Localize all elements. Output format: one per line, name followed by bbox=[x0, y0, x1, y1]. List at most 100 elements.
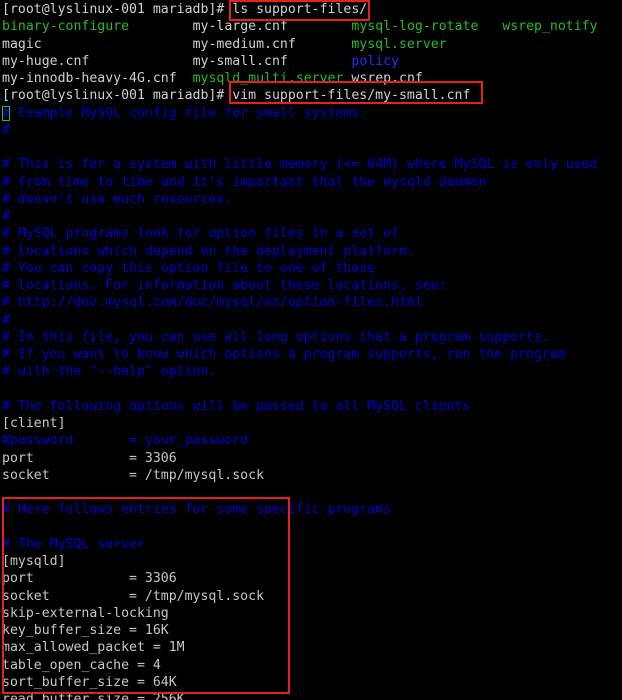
vim-line-text: # The following options will be passed t… bbox=[2, 398, 471, 414]
ls-column-gap bbox=[89, 54, 192, 69]
vim-line-text: # locations. For information about these… bbox=[2, 278, 447, 293]
ls-column-gap bbox=[296, 37, 352, 52]
ls-output-row: my-innodb-heavy-4G.cnf mysqld_multi.serv… bbox=[2, 70, 622, 87]
vim-line[interactable]: # The following options will be passed t… bbox=[2, 398, 622, 415]
vim-line[interactable]: # bbox=[2, 122, 622, 139]
vim-line-text: socket = /tmp/mysql.sock bbox=[2, 467, 265, 483]
vim-line-text: read_buffer_size = 256K bbox=[2, 692, 185, 700]
vim-line[interactable]: socket = /tmp/mysql.sock bbox=[2, 467, 622, 484]
vim-line[interactable]: # You can copy this option file to one o… bbox=[2, 260, 622, 277]
vim-line[interactable] bbox=[2, 381, 622, 398]
ls-entry: mysql-log-rotate bbox=[351, 19, 479, 35]
ls-column-gap bbox=[478, 19, 502, 34]
vim-line-text: # http://dev.mysql.com/doc/mysql/en/opti… bbox=[2, 295, 423, 311]
vim-line[interactable] bbox=[2, 519, 622, 536]
vim-line[interactable] bbox=[2, 139, 622, 156]
vim-line[interactable]: # The MySQL server bbox=[2, 536, 622, 553]
vim-line[interactable]: [mysqld] bbox=[2, 553, 622, 570]
vim-line-text: sort_buffer_size = 64K bbox=[2, 674, 177, 690]
vim-line-text bbox=[2, 520, 10, 535]
vim-line[interactable]: # This is for a system with little memor… bbox=[2, 156, 622, 173]
ls-entry: my-medium.cnf bbox=[192, 36, 296, 52]
vim-line-text: # doesn't use much resources. bbox=[2, 191, 233, 207]
vim-line-text: # bbox=[2, 209, 10, 224]
vim-line-text: # The MySQL server bbox=[2, 536, 145, 552]
vim-line-text: key_buffer_size = 16K bbox=[2, 623, 169, 638]
vim-line[interactable]: socket = /tmp/mysql.sock bbox=[2, 588, 622, 605]
vim-line[interactable]: # doesn't use much resources. bbox=[2, 191, 622, 208]
ls-entry: binary-configure bbox=[2, 19, 130, 35]
vim-line[interactable]: skip-external-locking bbox=[2, 605, 622, 622]
vim-line[interactable]: # from time to time and it's important t… bbox=[2, 174, 622, 191]
vim-line[interactable]: # locations. For information about these… bbox=[2, 277, 622, 294]
shell-line-ls: [root@lyslinux-001 mariadb]# ls support-… bbox=[2, 1, 622, 18]
ls-output-row: binary-configure my-large.cnf mysql-log-… bbox=[2, 18, 622, 35]
vim-command-text: vim support-files/my-small.cnf bbox=[232, 88, 471, 104]
vim-line[interactable]: # http://dev.mysql.com/doc/mysql/en/opti… bbox=[2, 294, 622, 311]
vim-line[interactable]: # In this file, you can use all long opt… bbox=[2, 329, 622, 346]
vim-line-text: # You can copy this option file to one o… bbox=[2, 260, 376, 276]
vim-line[interactable]: # Example MySQL config file for small sy… bbox=[2, 105, 622, 122]
vim-line-text: # Here follows entries for some specific… bbox=[2, 502, 392, 518]
vim-line-text: port = 3306 bbox=[2, 450, 177, 466]
ls-entry: my-small.cnf bbox=[192, 53, 288, 69]
vim-line[interactable]: port = 3306 bbox=[2, 450, 622, 467]
ls-output-row: my-huge.cnf my-small.cnf policy bbox=[2, 53, 622, 70]
shell-prompt: [root@lyslinux-001 mariadb]# bbox=[2, 2, 233, 17]
ls-entry: my-huge.cnf bbox=[2, 53, 90, 69]
vim-line-text: # This is for a system with little memor… bbox=[2, 157, 598, 173]
ls-entry: magic bbox=[2, 36, 42, 52]
vim-cursor: # bbox=[2, 105, 10, 121]
vim-line[interactable]: # Here follows entries for some specific… bbox=[2, 501, 622, 518]
vim-line-text bbox=[2, 140, 10, 155]
vim-line[interactable]: # If you want to know which options a pr… bbox=[2, 346, 622, 363]
ls-output: binary-configure my-large.cnf mysql-log-… bbox=[2, 18, 622, 87]
vim-line[interactable]: table_open_cache = 4 bbox=[2, 657, 622, 674]
ls-column-gap bbox=[288, 19, 352, 34]
vim-line[interactable]: # bbox=[2, 312, 622, 329]
ls-entry: policy bbox=[351, 53, 400, 69]
vim-line-text: port = 3306 bbox=[2, 571, 177, 587]
vim-line[interactable]: key_buffer_size = 16K bbox=[2, 622, 622, 639]
vim-line-text: # with the "--help" option. bbox=[2, 364, 217, 380]
ls-column-gap bbox=[288, 54, 352, 69]
vim-line[interactable]: sort_buffer_size = 64K bbox=[2, 674, 622, 691]
vim-buffer[interactable]: # Example MySQL config file for small sy… bbox=[2, 105, 622, 700]
vim-line-text: [mysqld] bbox=[2, 554, 66, 569]
vim-line-text: skip-external-locking bbox=[2, 605, 169, 621]
vim-line-text bbox=[2, 485, 10, 500]
vim-line[interactable]: port = 3306 bbox=[2, 570, 622, 587]
vim-line-text: # from time to time and it's important t… bbox=[2, 174, 487, 190]
terminal-screen[interactable]: [root@lyslinux-001 mariadb]# ls support-… bbox=[2, 1, 622, 700]
vim-line[interactable]: [client] bbox=[2, 415, 622, 432]
vim-line[interactable]: #password = your_password bbox=[2, 432, 622, 449]
vim-line-text: socket = /tmp/mysql.sock bbox=[2, 588, 265, 604]
ls-column-gap bbox=[129, 19, 193, 34]
vim-line-text: # In this file, you can use all long opt… bbox=[2, 329, 550, 345]
ls-output-row: magic my-medium.cnf mysql.server bbox=[2, 36, 622, 53]
vim-line[interactable]: # MySQL programs look for option files i… bbox=[2, 225, 622, 242]
ls-entry: my-innodb-heavy-4G.cnf bbox=[2, 71, 177, 86]
vim-line-text: # bbox=[2, 122, 10, 138]
ls-entry: mysqld_multi.server bbox=[192, 71, 344, 86]
ls-command-text: ls support-files/ bbox=[232, 2, 368, 17]
vim-line[interactable]: # bbox=[2, 208, 622, 225]
vim-line-text: # bbox=[2, 312, 10, 328]
vim-line-text: # locations which depend on the deployme… bbox=[2, 243, 415, 259]
vim-line[interactable] bbox=[2, 484, 622, 501]
vim-line-text: # MySQL programs look for option files i… bbox=[2, 226, 399, 242]
vim-line[interactable]: # locations which depend on the deployme… bbox=[2, 243, 622, 260]
terminal-window[interactable]: [root@lyslinux-001 mariadb]# ls support-… bbox=[0, 0, 622, 700]
vim-line-text: #password = your_password bbox=[2, 433, 249, 449]
vim-line[interactable]: max_allowed_packet = 1M bbox=[2, 639, 622, 656]
vim-line-text: Example MySQL config file for small syst… bbox=[9, 105, 368, 121]
vim-line-text bbox=[2, 382, 10, 397]
vim-line[interactable]: # with the "--help" option. bbox=[2, 363, 622, 380]
vim-line[interactable]: read_buffer_size = 256K bbox=[2, 691, 622, 700]
vim-line-text: table_open_cache = 4 bbox=[2, 657, 161, 673]
vim-line-text: [client] bbox=[2, 416, 66, 431]
ls-column-gap bbox=[177, 71, 193, 86]
shell-line-vim: [root@lyslinux-001 mariadb]# vim support… bbox=[2, 87, 622, 104]
vim-line-text: # If you want to know which options a pr… bbox=[2, 347, 566, 362]
ls-entry: my-large.cnf bbox=[192, 19, 288, 35]
